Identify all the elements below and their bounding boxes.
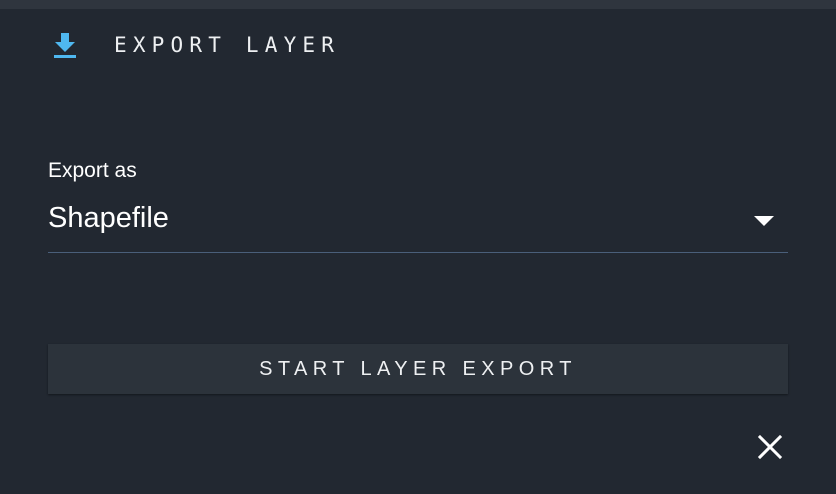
close-icon — [752, 429, 788, 465]
panel-header: EXPORT LAYER — [52, 31, 340, 59]
download-icon — [52, 31, 78, 59]
start-layer-export-button[interactable]: START LAYER EXPORT — [48, 344, 788, 394]
top-bar — [0, 0, 836, 9]
export-layer-panel: EXPORT LAYER Export as Shapefile START L… — [0, 9, 836, 494]
export-as-label: Export as — [48, 159, 137, 182]
close-button[interactable] — [752, 429, 788, 465]
panel-title: EXPORT LAYER — [114, 33, 341, 57]
export-format-select[interactable]: Shapefile — [48, 198, 788, 253]
export-format-value: Shapefile — [48, 202, 169, 234]
